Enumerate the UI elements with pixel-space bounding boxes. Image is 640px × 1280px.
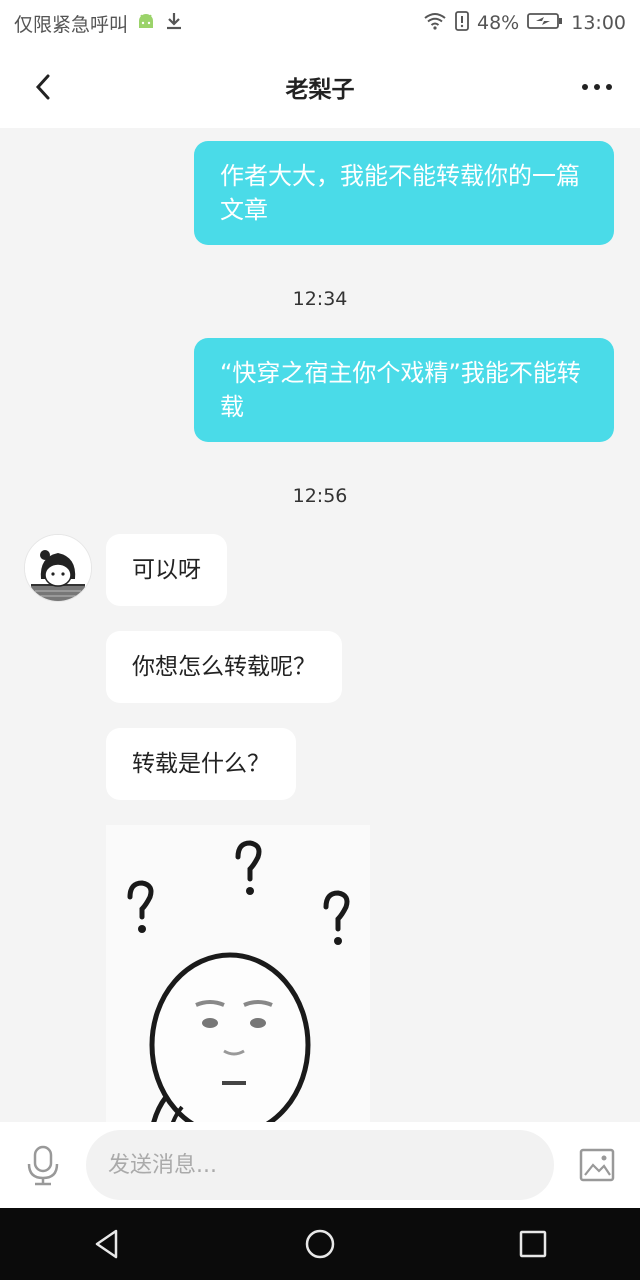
message-text: 作者大大，我能不能转载你的一篇文章 bbox=[220, 162, 580, 224]
status-right: 48% 13:00 bbox=[423, 10, 626, 36]
square-recents-icon bbox=[520, 1230, 547, 1258]
chat-header: 老梨子 bbox=[0, 46, 640, 128]
voice-button[interactable] bbox=[24, 1144, 62, 1186]
message-incoming: 转载是什么？ bbox=[106, 728, 296, 800]
message-text: 转载是什么？ bbox=[132, 751, 270, 777]
message-outgoing: “快穿之宿主你个戏精”我能不能转载 bbox=[194, 338, 614, 442]
back-button[interactable] bbox=[28, 70, 62, 104]
message-incoming: 你想怎么转载呢？ bbox=[106, 631, 342, 703]
carrier-text: 仅限紧急呼叫 bbox=[14, 13, 129, 36]
image-button[interactable] bbox=[578, 1146, 616, 1184]
message-incoming: 可以呀 bbox=[106, 534, 227, 606]
image-icon bbox=[579, 1148, 615, 1182]
chat-area[interactable]: 作者大大，我能不能转载你的一篇文章 12:34 “快穿之宿主你个戏精”我能不能转… bbox=[0, 128, 640, 1122]
message-text: 你想怎么转载呢？ bbox=[132, 654, 316, 680]
nav-home-button[interactable] bbox=[300, 1224, 340, 1264]
message-input[interactable] bbox=[86, 1130, 554, 1200]
more-dots-icon bbox=[582, 84, 612, 90]
chevron-left-icon bbox=[35, 74, 50, 100]
timestamp: 12:56 bbox=[292, 485, 348, 507]
circle-home-icon bbox=[305, 1229, 335, 1259]
clock: 13:00 bbox=[571, 12, 626, 34]
battery-percent: 48% bbox=[477, 12, 520, 34]
triangle-back-icon bbox=[95, 1229, 117, 1259]
message-outgoing: 作者大大，我能不能转载你的一篇文章 bbox=[194, 141, 614, 245]
system-nav-bar bbox=[0, 1208, 640, 1280]
message-text: “快穿之宿主你个戏精”我能不能转载 bbox=[220, 359, 581, 421]
sim-alert-icon bbox=[455, 10, 469, 36]
download-icon bbox=[164, 11, 184, 36]
avatar-image bbox=[25, 535, 91, 601]
status-bar: 仅限紧急呼叫 48% 13:00 bbox=[0, 0, 640, 46]
more-button[interactable] bbox=[580, 78, 614, 96]
timestamp: 12:34 bbox=[292, 288, 348, 310]
sticker-image[interactable] bbox=[106, 825, 370, 1122]
android-icon bbox=[136, 12, 156, 35]
message-text: 可以呀 bbox=[132, 557, 201, 583]
nav-back-button[interactable] bbox=[87, 1224, 127, 1264]
avatar[interactable] bbox=[24, 534, 92, 602]
status-left: 仅限紧急呼叫 bbox=[14, 10, 184, 37]
battery-icon bbox=[527, 12, 563, 35]
page-title: 老梨子 bbox=[285, 77, 355, 103]
nav-recents-button[interactable] bbox=[513, 1224, 553, 1264]
confused-face-sticker bbox=[106, 825, 370, 1122]
wifi-icon bbox=[423, 12, 447, 35]
microphone-icon bbox=[27, 1145, 59, 1186]
message-input-bar bbox=[0, 1122, 640, 1208]
